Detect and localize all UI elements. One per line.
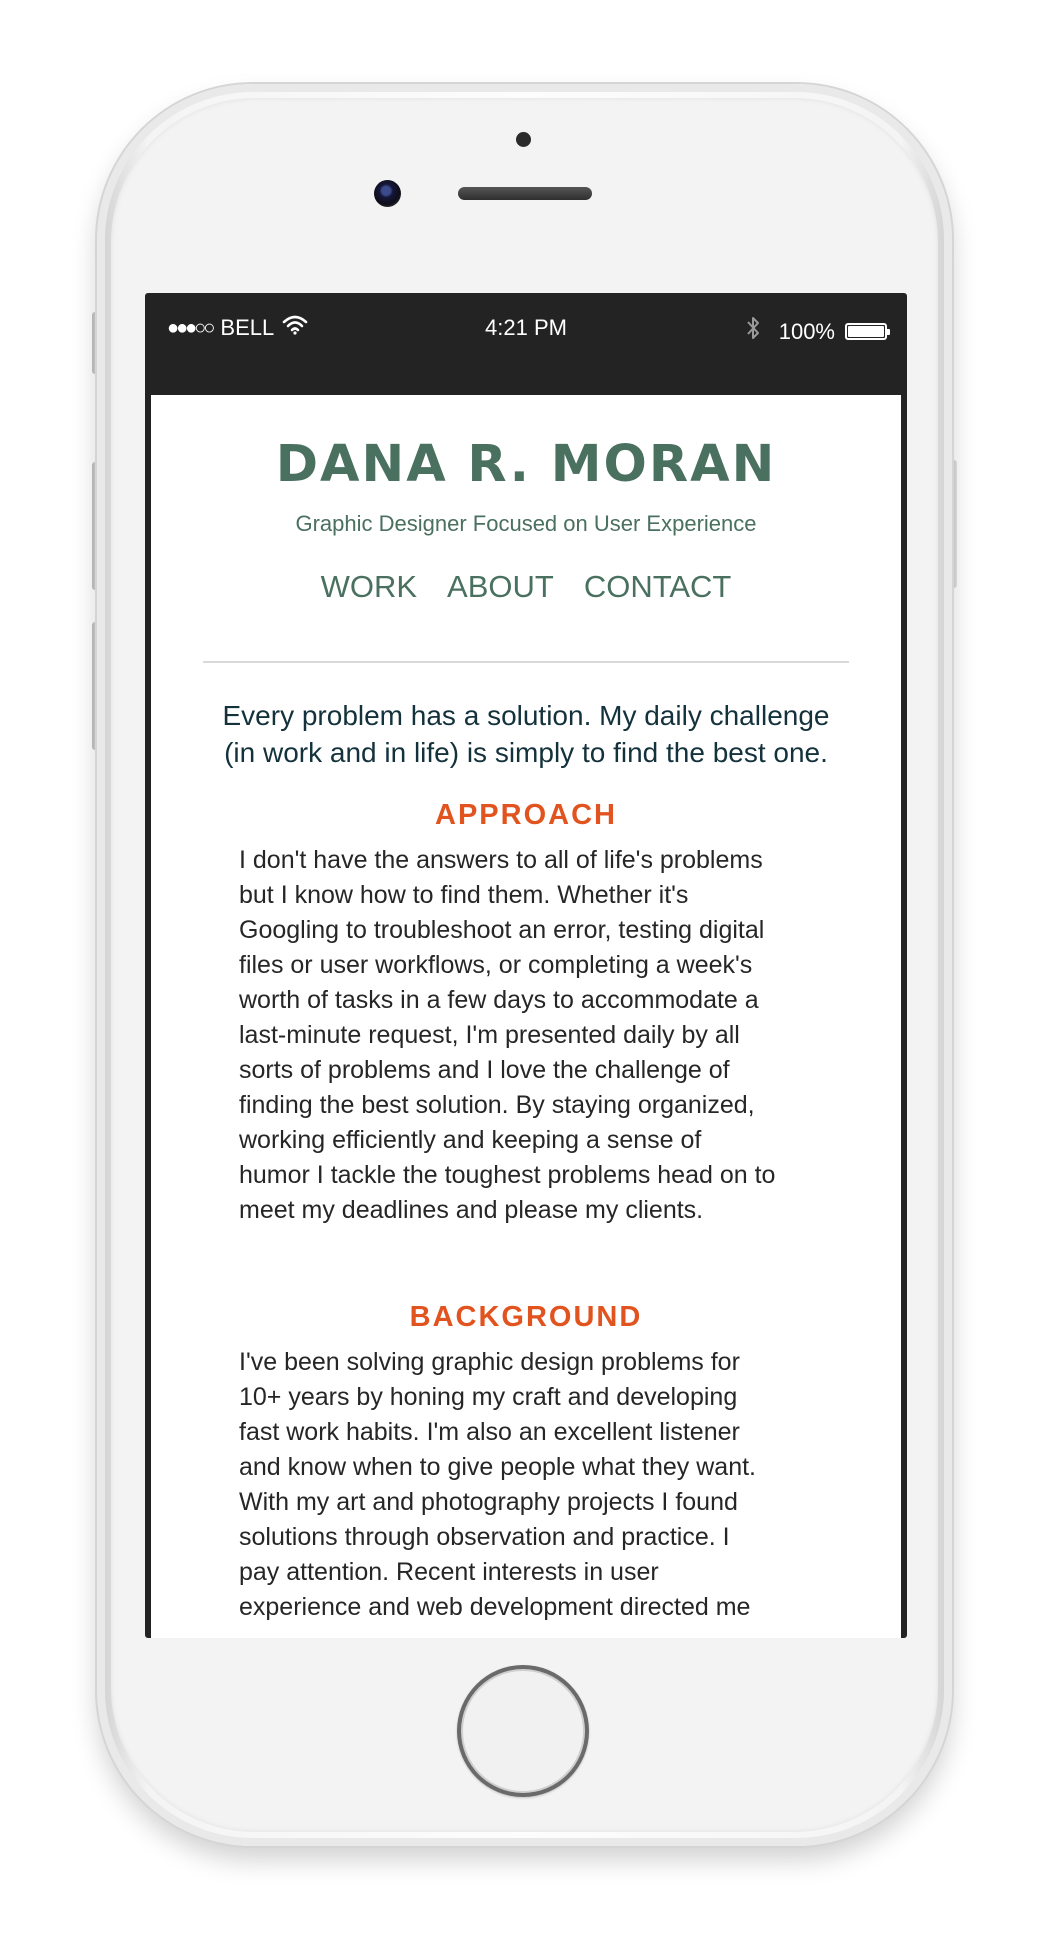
- bluetooth-icon: [745, 315, 761, 348]
- front-camera-icon: [374, 180, 401, 207]
- approach-heading: APPROACH: [435, 799, 617, 831]
- battery-percent: 100%: [778, 318, 835, 344]
- site-name[interactable]: DANA R. MORAN: [151, 435, 901, 494]
- status-right: 100%: [745, 315, 890, 348]
- proximity-sensor: [516, 132, 531, 147]
- web-page[interactable]: DANA R. MORAN Graphic Designer Focused o…: [151, 395, 901, 1638]
- header-divider: [203, 661, 849, 663]
- nav-link-about[interactable]: ABOUT: [447, 569, 554, 605]
- battery-icon: [845, 323, 890, 340]
- nav-link-work[interactable]: WORK: [321, 569, 417, 605]
- home-button[interactable]: [457, 1665, 589, 1797]
- intro-statement: Every problem has a solution. My daily c…: [222, 700, 830, 768]
- earpiece-speaker: [458, 187, 592, 200]
- status-bar: ●●●○○ BELL 4:21 PM 100%: [145, 293, 907, 395]
- background-heading: BACKGROUND: [409, 1301, 643, 1333]
- battery-level: [848, 326, 884, 337]
- background-body: I've been solving graphic design problem…: [239, 1348, 757, 1621]
- site-tagline: Graphic Designer Focused on User Experie…: [295, 511, 757, 536]
- nav-link-contact[interactable]: CONTACT: [584, 569, 732, 605]
- main-nav: WORK ABOUT CONTACT: [151, 569, 901, 605]
- mockup-stage: ●●●○○ BELL 4:21 PM 100% DANA R. MORAN Gr…: [0, 0, 1044, 1937]
- approach-body: I don't have the answers to all of life'…: [239, 846, 776, 1224]
- phone-screen: ●●●○○ BELL 4:21 PM 100% DANA R. MORAN Gr…: [145, 293, 907, 1638]
